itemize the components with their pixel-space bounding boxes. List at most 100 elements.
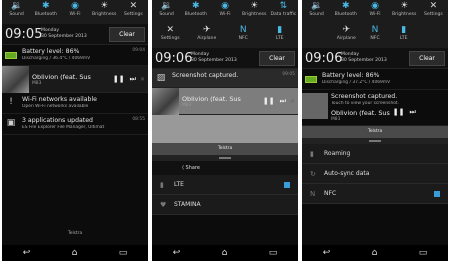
screenshot-preview [152,115,298,143]
wifi-toggle[interactable]: ◉ Wi-Fi [60,0,89,24]
screenshot-notification[interactable]: ▨ Screenshot captured. 09:05 [152,69,298,88]
wifi-notification-icon: ! [9,97,13,107]
nfc-row[interactable]: N NFC [302,184,448,204]
notification-header: 09:06 Monday 30 September 2013 Clear [152,48,298,69]
battery-icon [305,72,317,84]
pause-icon[interactable]: ❚❚ [393,108,405,117]
quick-settings-bar-2: ✈ Airplane N NFC ▮ LTE [302,24,448,48]
nav-bar: ↩ ⌂ ▭ [152,245,298,261]
battery-icon [5,48,17,60]
operator-label: Telstra [302,126,448,138]
date: 30 September 2013 [191,58,237,63]
clock: 09:06 [305,50,343,66]
nfc-icon: N [239,25,247,35]
home-icon[interactable]: ⌂ [72,248,78,258]
next-icon[interactable]: ⏭ [130,75,136,84]
recents-icon[interactable]: ▭ [119,248,128,258]
clock: 09:05 [5,26,43,42]
airplane-toggle[interactable]: ✈ Airplane [189,24,226,48]
store-icon: ▣ [6,118,16,128]
media-notification[interactable]: Oblivion (feat. Sus M83 ❚❚ ⏭ ✕ [2,65,148,93]
wifi-toggle[interactable]: ◉ Wi-Fi [360,0,389,24]
wifi-icon: ◉ [371,1,379,11]
home-icon[interactable]: ⌂ [222,248,228,258]
notification-panel-1: 🔉 Sound ✱ Bluetooth ◉ Wi-Fi ☀ Brightness ✕ Se… [2,0,148,261]
share-item[interactable]: ⟨ Share [152,161,298,175]
brightness-icon: ☀ [250,1,259,11]
bluetooth-icon: ✱ [342,1,350,11]
apps-updated-notification[interactable]: ▣ 3 applications updated ES File Explorer… [2,114,148,135]
bluetooth-toggle[interactable]: ✱ Bluetooth [331,0,360,24]
lte-row[interactable]: ▮ LTE [152,175,298,195]
date: 30 September 2013 [341,58,387,63]
settings-toggle[interactable]: ✕ Settings [119,0,148,24]
recents-icon[interactable]: ▭ [269,248,278,258]
pause-icon[interactable]: ❚❚ [113,75,125,84]
settings-icon: ✕ [429,1,438,11]
settings-toggle[interactable]: ✕ Settings [152,24,189,48]
sync-icon: ↻ [310,169,316,178]
battery-notification[interactable]: Battery level: 86% Discharging / 36.4°C /… [2,45,148,66]
album-art [152,87,179,115]
sound-toggle[interactable]: 🔉 Sound [2,0,31,24]
wifi-toggle[interactable]: ◉ Wi-Fi [210,0,239,24]
settings-icon: ✕ [166,25,175,35]
bluetooth-toggle[interactable]: ✱ Bluetooth [31,0,60,24]
airplane-icon: ✈ [202,25,211,35]
roaming-icon: ▮ [310,149,314,158]
roaming-row[interactable]: ▮ Roaming [302,144,448,164]
notification-header: 09:06 Monday 30 September 2013 Clear [302,48,448,69]
bluetooth-toggle[interactable]: ✱ Bluetooth [181,0,210,24]
recents-icon[interactable]: ▭ [419,248,428,258]
back-icon[interactable]: ↩ [23,248,31,258]
home-icon[interactable]: ⌂ [372,248,378,258]
image-icon: ▨ [156,73,166,83]
lte-toggle[interactable]: ▮ LTE [262,24,299,48]
nfc-toggle[interactable]: N NFC [361,24,390,48]
autosync-row[interactable]: ↻ Auto-sync data [302,164,448,184]
notification-header: 09:05 Monday 30 September 2013 Clear [2,24,148,45]
close-icon[interactable]: ✕ [290,98,295,105]
stamina-row[interactable]: ♥ STAMINA [152,195,298,215]
data-toggle[interactable]: ⇅ Data traffic [269,0,298,24]
quick-settings-bar-2: ✕ Settings ✈ Airplane N NFC ▮ LTE [152,24,298,48]
airplane-icon: ✈ [342,25,351,35]
lte-checkbox[interactable] [284,181,290,188]
operator-label: Telstra [152,143,298,155]
back-icon[interactable]: ↩ [173,248,181,258]
clear-button[interactable]: Clear [409,50,445,66]
airplane-toggle[interactable]: ✈ Airplane [332,24,361,48]
album-art [2,65,29,93]
nfc-row-icon: N [310,189,316,198]
close-icon[interactable]: ✕ [140,76,145,83]
brightness-toggle[interactable]: ☀ Brightness [390,0,419,24]
next-icon[interactable]: ⏭ [410,108,416,117]
date: 30 September 2013 [41,34,87,39]
clear-button[interactable]: Clear [259,50,295,66]
bluetooth-icon: ✱ [42,1,50,11]
nfc-checkbox[interactable] [434,190,440,197]
operator-label: Telstra [67,231,83,236]
battery-notification[interactable]: Battery level: 86% Discharging / 37.2°C /… [302,69,448,90]
media-notification[interactable]: Oblivion (feat. Sus M83 ❚❚ ⏭ ✕ [152,87,298,115]
back-icon[interactable]: ↩ [323,248,331,258]
wifi-notification[interactable]: ! Wi-Fi networks available Open Wi-Fi net… [2,93,148,114]
notification-panel-3: 🔉 Sound ✱ Bluetooth ◉ Wi-Fi ☀ Brightness ✕ Se… [302,0,448,261]
clear-button[interactable]: Clear [109,26,145,42]
pause-icon[interactable]: ❚❚ [263,97,275,106]
bluetooth-icon: ✱ [192,1,200,11]
lte-toggle[interactable]: ▮ LTE [389,24,418,48]
brightness-toggle[interactable]: ☀ Brightness [90,0,119,24]
sound-toggle[interactable]: 🔉 Sound [302,0,331,24]
nav-bar: ↩ ⌂ ▭ [302,245,448,261]
sound-toggle[interactable]: 🔉 Sound [152,0,181,24]
next-icon[interactable]: ⏭ [280,97,286,106]
quick-settings-bar: 🔉 Sound ✱ Bluetooth ◉ Wi-Fi ☀ Brightness ⇅ Da… [152,0,298,24]
settings-toggle[interactable]: ✕ Settings [419,0,448,24]
nfc-toggle[interactable]: N NFC [225,24,262,48]
sound-icon: 🔉 [310,1,323,11]
stamina-icon: ♥ [160,200,167,209]
brightness-toggle[interactable]: ☀ Brightness [240,0,269,24]
screenshot-notification[interactable]: Screenshot captured. Touch to view your s… [302,90,448,126]
wifi-icon: ◉ [71,1,79,11]
